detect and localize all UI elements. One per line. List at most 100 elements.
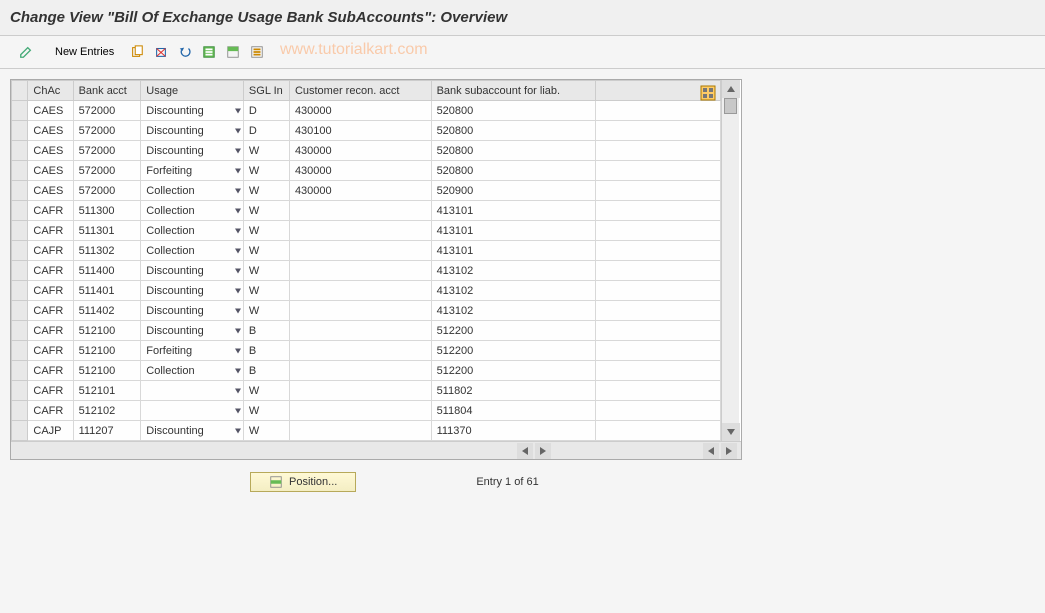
cell-usage[interactable]: Discounting bbox=[141, 101, 244, 121]
cell-bank-acct[interactable]: 572000 bbox=[73, 181, 141, 201]
cell-chac[interactable]: CAFR bbox=[28, 261, 73, 281]
row-selector[interactable] bbox=[12, 241, 28, 261]
cell-recon[interactable] bbox=[289, 201, 431, 221]
scroll-right-end-button[interactable] bbox=[721, 443, 737, 459]
cell-subacct[interactable]: 512200 bbox=[431, 321, 595, 341]
cell-subacct[interactable]: 520900 bbox=[431, 181, 595, 201]
cell-subacct[interactable]: 413102 bbox=[431, 261, 595, 281]
cell-usage[interactable]: Collection bbox=[141, 241, 244, 261]
cell-recon[interactable]: 430000 bbox=[289, 101, 431, 121]
col-header-usage[interactable]: Usage bbox=[141, 81, 244, 101]
cell-subacct[interactable]: 413101 bbox=[431, 201, 595, 221]
cell-subacct[interactable]: 511804 bbox=[431, 401, 595, 421]
cell-usage[interactable]: Collection bbox=[141, 361, 244, 381]
cell-chac[interactable]: CAFR bbox=[28, 281, 73, 301]
cell-recon[interactable] bbox=[289, 341, 431, 361]
cell-sgl-in[interactable]: B bbox=[243, 341, 289, 361]
cell-subacct[interactable]: 520800 bbox=[431, 141, 595, 161]
delete-button[interactable] bbox=[151, 42, 171, 62]
cell-recon[interactable] bbox=[289, 421, 431, 441]
cell-chac[interactable]: CAJP bbox=[28, 421, 73, 441]
cell-subacct[interactable]: 413102 bbox=[431, 281, 595, 301]
cell-usage[interactable]: Discounting bbox=[141, 141, 244, 161]
cell-recon[interactable] bbox=[289, 381, 431, 401]
cell-sgl-in[interactable]: B bbox=[243, 321, 289, 341]
cell-recon[interactable] bbox=[289, 221, 431, 241]
cell-bank-acct[interactable]: 511300 bbox=[73, 201, 141, 221]
cell-sgl-in[interactable]: W bbox=[243, 281, 289, 301]
cell-recon[interactable] bbox=[289, 281, 431, 301]
scroll-track[interactable] bbox=[722, 98, 739, 423]
table-row[interactable]: CAFR512100CollectionB512200 bbox=[12, 361, 721, 381]
table-row[interactable]: CAFR511302CollectionW413101 bbox=[12, 241, 721, 261]
cell-subacct[interactable]: 512200 bbox=[431, 361, 595, 381]
cell-subacct[interactable]: 520800 bbox=[431, 121, 595, 141]
copy-button[interactable] bbox=[127, 42, 147, 62]
table-row[interactable]: CAFR512100DiscountingB512200 bbox=[12, 321, 721, 341]
cell-chac[interactable]: CAES bbox=[28, 121, 73, 141]
cell-chac[interactable]: CAFR bbox=[28, 201, 73, 221]
cell-usage[interactable]: Collection bbox=[141, 221, 244, 241]
new-entries-button[interactable]: New Entries bbox=[46, 43, 123, 61]
row-selector[interactable] bbox=[12, 361, 28, 381]
row-selector[interactable] bbox=[12, 341, 28, 361]
cell-usage[interactable]: Discounting bbox=[141, 301, 244, 321]
cell-chac[interactable]: CAES bbox=[28, 161, 73, 181]
cell-bank-acct[interactable]: 511402 bbox=[73, 301, 141, 321]
cell-chac[interactable]: CAES bbox=[28, 181, 73, 201]
table-row[interactable]: CAES572000DiscountingD430000520800 bbox=[12, 101, 721, 121]
col-header-recon[interactable]: Customer recon. acct bbox=[289, 81, 431, 101]
cell-usage[interactable]: Collection bbox=[141, 181, 244, 201]
col-header-bank-acct[interactable]: Bank acct bbox=[73, 81, 141, 101]
cell-chac[interactable]: CAFR bbox=[28, 381, 73, 401]
cell-bank-acct[interactable]: 511400 bbox=[73, 261, 141, 281]
scroll-thumb[interactable] bbox=[724, 98, 737, 114]
cell-bank-acct[interactable]: 512100 bbox=[73, 321, 141, 341]
cell-usage[interactable]: Discounting bbox=[141, 281, 244, 301]
cell-recon[interactable] bbox=[289, 301, 431, 321]
cell-subacct[interactable]: 413102 bbox=[431, 301, 595, 321]
cell-recon[interactable]: 430000 bbox=[289, 181, 431, 201]
cell-chac[interactable]: CAFR bbox=[28, 221, 73, 241]
row-selector[interactable] bbox=[12, 281, 28, 301]
cell-usage[interactable]: Discounting bbox=[141, 121, 244, 141]
cell-usage[interactable]: Discounting bbox=[141, 321, 244, 341]
cell-sgl-in[interactable]: W bbox=[243, 301, 289, 321]
cell-chac[interactable]: CAFR bbox=[28, 341, 73, 361]
col-header-sgl-in[interactable]: SGL In bbox=[243, 81, 289, 101]
select-all-button[interactable] bbox=[199, 42, 219, 62]
position-button[interactable]: Position... bbox=[250, 472, 356, 492]
cell-sgl-in[interactable]: D bbox=[243, 101, 289, 121]
cell-sgl-in[interactable]: W bbox=[243, 421, 289, 441]
table-row[interactable]: CAES572000CollectionW430000520900 bbox=[12, 181, 721, 201]
cell-bank-acct[interactable]: 572000 bbox=[73, 101, 141, 121]
cell-sgl-in[interactable]: W bbox=[243, 381, 289, 401]
row-selector[interactable] bbox=[12, 161, 28, 181]
cell-sgl-in[interactable]: W bbox=[243, 261, 289, 281]
cell-chac[interactable]: CAFR bbox=[28, 401, 73, 421]
cell-usage[interactable]: Forfeiting bbox=[141, 341, 244, 361]
col-header-subacct[interactable]: Bank subaccount for liab. bbox=[431, 81, 595, 101]
cell-recon[interactable]: 430000 bbox=[289, 161, 431, 181]
table-row[interactable]: CAES572000ForfeitingW430000520800 bbox=[12, 161, 721, 181]
table-row[interactable]: CAJP111207DiscountingW111370 bbox=[12, 421, 721, 441]
cell-chac[interactable]: CAFR bbox=[28, 361, 73, 381]
table-row[interactable]: CAFR511301CollectionW413101 bbox=[12, 221, 721, 241]
cell-chac[interactable]: CAES bbox=[28, 101, 73, 121]
row-selector[interactable] bbox=[12, 261, 28, 281]
cell-subacct[interactable]: 413101 bbox=[431, 241, 595, 261]
cell-subacct[interactable]: 413101 bbox=[431, 221, 595, 241]
cell-bank-acct[interactable]: 572000 bbox=[73, 121, 141, 141]
row-selector[interactable] bbox=[12, 181, 28, 201]
scroll-left-button[interactable] bbox=[517, 443, 533, 459]
row-selector[interactable] bbox=[12, 221, 28, 241]
cell-sgl-in[interactable]: W bbox=[243, 241, 289, 261]
cell-recon[interactable] bbox=[289, 261, 431, 281]
cell-recon[interactable] bbox=[289, 361, 431, 381]
row-selector[interactable] bbox=[12, 401, 28, 421]
table-row[interactable]: CAFR512101W511802 bbox=[12, 381, 721, 401]
row-selector[interactable] bbox=[12, 381, 28, 401]
cell-recon[interactable] bbox=[289, 321, 431, 341]
cell-bank-acct[interactable]: 511302 bbox=[73, 241, 141, 261]
scroll-left-end-button[interactable] bbox=[703, 443, 719, 459]
